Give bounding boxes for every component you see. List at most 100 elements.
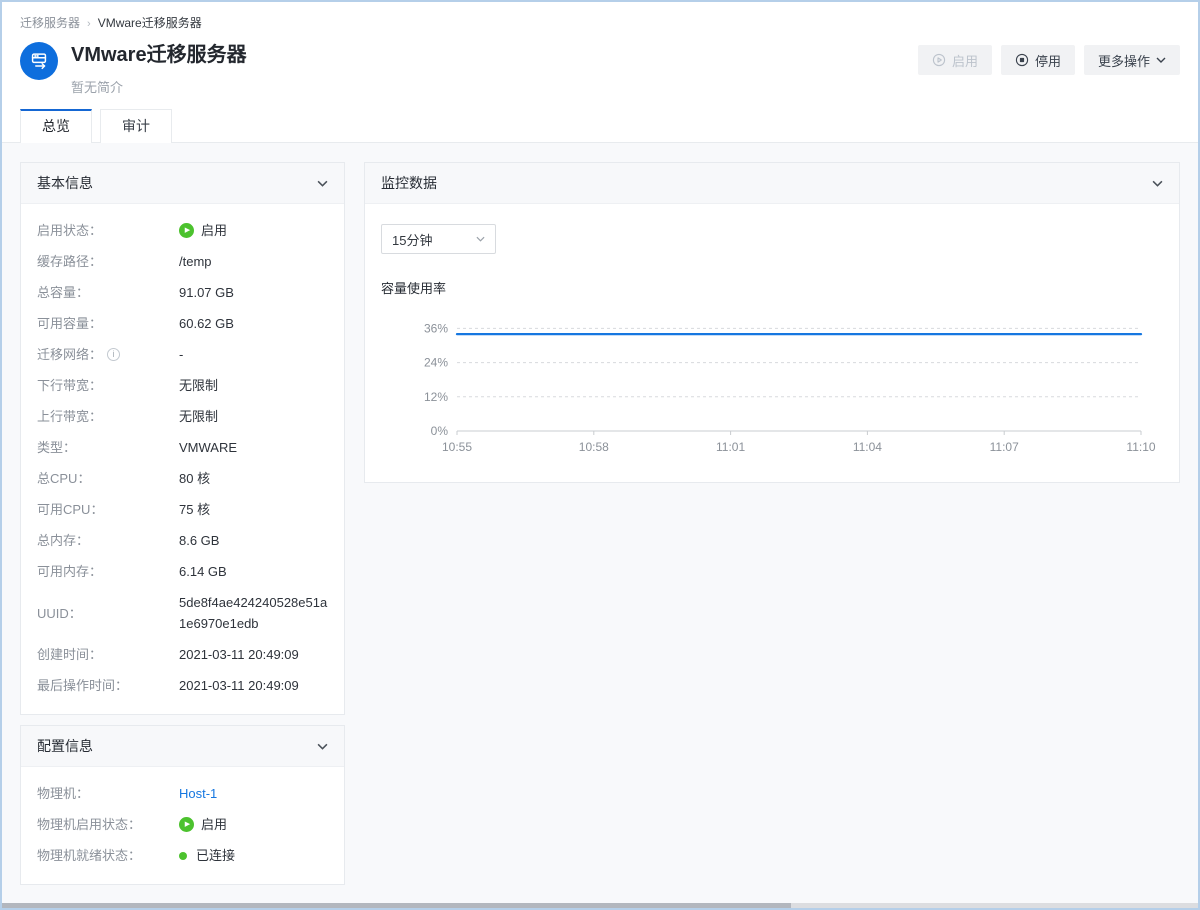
info-row: 上行带宽：无限制 — [37, 406, 328, 427]
config-info-body: 物理机：Host-1物理机启用状态：▶启用物理机就绪状态：已连接 — [21, 767, 344, 884]
monitor-header: 监控数据 — [365, 163, 1179, 204]
status-enabled-icon: ▶ — [179, 223, 194, 238]
info-label: 缓存路径： — [37, 251, 179, 272]
config-info-title: 配置信息 — [37, 736, 93, 756]
info-label: 可用内存： — [37, 561, 179, 582]
info-row: 物理机启用状态：▶启用 — [37, 814, 328, 835]
info-label: 上行带宽： — [37, 406, 179, 427]
info-row: 可用内存：6.14 GB — [37, 561, 328, 582]
more-actions-label: 更多操作 — [1098, 51, 1150, 70]
info-label: 物理机启用状态： — [37, 814, 179, 835]
info-label: 创建时间： — [37, 644, 179, 665]
axis-tick-label: 24% — [424, 356, 448, 370]
info-row: 缓存路径：/temp — [37, 251, 328, 272]
status-enabled-icon: ▶ — [179, 817, 194, 832]
info-label: 可用CPU： — [37, 499, 179, 520]
time-range-select[interactable]: 15分钟 — [381, 224, 496, 254]
left-column: 基本信息 启用状态：▶启用缓存路径：/temp总容量：91.07 GB可用容量：… — [20, 162, 345, 885]
config-info-card: 配置信息 物理机：Host-1物理机启用状态：▶启用物理机就绪状态：已连接 — [20, 725, 345, 885]
horizontal-scrollbar-thumb[interactable] — [2, 903, 791, 908]
basic-info-body: 启用状态：▶启用缓存路径：/temp总容量：91.07 GB可用容量：60.62… — [21, 204, 344, 714]
info-value: ▶启用 — [179, 220, 328, 241]
capacity-usage-chart: 0%12%24%36%10:5510:5811:0111:0411:0711:1… — [381, 301, 1163, 468]
info-row: 创建时间：2021-03-11 20:49:09 — [37, 644, 328, 665]
axis-tick-label: 10:58 — [579, 440, 609, 454]
time-range-value: 15分钟 — [392, 230, 432, 249]
more-actions-button[interactable]: 更多操作 — [1084, 45, 1180, 75]
page-subtitle: 暂无简介 — [71, 77, 918, 96]
connected-dot-icon — [179, 852, 187, 860]
axis-tick-label: 11:07 — [990, 440, 1019, 454]
info-label: 最后操作时间： — [37, 675, 179, 696]
info-row: 物理机就绪状态：已连接 — [37, 845, 328, 866]
monitor-card: 监控数据 15分钟 容量使用率 0%12%24%36%10:5510:5811:… — [364, 162, 1180, 483]
info-label: 可用容量： — [37, 313, 179, 334]
axis-tick-label: 36% — [424, 321, 448, 335]
info-value: 2021-03-11 20:49:09 — [179, 675, 328, 696]
info-value: 6.14 GB — [179, 561, 328, 582]
info-value: 8.6 GB — [179, 530, 328, 551]
info-label: 下行带宽： — [37, 375, 179, 396]
info-label: 总CPU： — [37, 468, 179, 489]
chevron-down-icon — [1156, 57, 1166, 63]
axis-tick-label: 11:04 — [853, 440, 882, 454]
monitor-body: 15分钟 容量使用率 0%12%24%36%10:5510:5811:0111:… — [365, 204, 1179, 482]
info-value: 2021-03-11 20:49:09 — [179, 644, 328, 665]
app-window: 迁移服务器›VMware迁移服务器 VMware迁移服务器 暂无简介 — [0, 0, 1200, 910]
right-column: 监控数据 15分钟 容量使用率 0%12%24%36%10:5510:5811:… — [364, 162, 1180, 483]
action-buttons: 启用 停用 更多操作 — [918, 42, 1180, 75]
info-value: 60.62 GB — [179, 313, 328, 334]
enable-button-label: 启用 — [952, 51, 978, 70]
config-info-header: 配置信息 — [21, 726, 344, 767]
collapse-chevron-icon[interactable] — [1152, 180, 1163, 187]
axis-tick-label: 12% — [424, 390, 448, 404]
info-row: 类型：VMWARE — [37, 437, 328, 458]
info-row: 总容量：91.07 GB — [37, 282, 328, 303]
info-label: 类型： — [37, 437, 179, 458]
info-row: 总内存：8.6 GB — [37, 530, 328, 551]
info-row: 物理机：Host-1 — [37, 783, 328, 804]
info-value: 无限制 — [179, 406, 328, 427]
chart-title: 容量使用率 — [381, 278, 1163, 297]
info-label: 总容量： — [37, 282, 179, 303]
info-row: 可用容量：60.62 GB — [37, 313, 328, 334]
breadcrumb-current: VMware迁移服务器 — [98, 16, 202, 30]
enable-button[interactable]: 启用 — [918, 45, 992, 75]
collapse-chevron-icon[interactable] — [317, 743, 328, 750]
info-value: 91.07 GB — [179, 282, 328, 303]
info-label: 启用状态： — [37, 220, 179, 241]
info-label: 物理机： — [37, 783, 179, 804]
info-value: - — [179, 344, 328, 365]
info-label: UUID： — [37, 592, 179, 634]
axis-tick-label: 11:10 — [1126, 440, 1155, 454]
info-value: 已连接 — [179, 845, 328, 866]
basic-info-title: 基本信息 — [37, 173, 93, 193]
info-value: 80 核 — [179, 468, 328, 489]
disable-button[interactable]: 停用 — [1001, 45, 1075, 75]
chart-svg: 0%12%24%36%10:5510:5811:0111:0411:0711:1… — [381, 301, 1156, 463]
breadcrumb-parent[interactable]: 迁移服务器 — [20, 16, 80, 30]
content-area: 基本信息 启用状态：▶启用缓存路径：/temp总容量：91.07 GB可用容量：… — [2, 143, 1198, 908]
breadcrumb: 迁移服务器›VMware迁移服务器 — [2, 2, 1198, 31]
basic-info-header: 基本信息 — [21, 163, 344, 204]
info-value: 无限制 — [179, 375, 328, 396]
info-value: ▶启用 — [179, 814, 328, 835]
info-icon[interactable]: i — [107, 348, 120, 361]
info-row: 最后操作时间：2021-03-11 20:49:09 — [37, 675, 328, 696]
horizontal-scrollbar[interactable] — [2, 903, 1198, 908]
migration-server-icon — [20, 42, 58, 80]
monitor-title: 监控数据 — [381, 173, 437, 193]
collapse-chevron-icon[interactable] — [317, 180, 328, 187]
tab-audit[interactable]: 审计 — [100, 109, 172, 143]
info-value: 5de8f4ae424240528e51a1e6970e1edb — [179, 592, 328, 634]
stop-circle-icon — [1015, 53, 1029, 67]
tab-overview[interactable]: 总览 — [20, 109, 92, 143]
axis-tick-label: 10:55 — [442, 440, 472, 454]
host-link[interactable]: Host-1 — [179, 783, 328, 804]
info-row: 迁移网络：i- — [37, 344, 328, 365]
title-block: VMware迁移服务器 暂无简介 — [71, 42, 918, 96]
info-row: 可用CPU：75 核 — [37, 499, 328, 520]
info-value: 75 核 — [179, 499, 328, 520]
tab-bar: 总览 审计 — [2, 109, 1198, 143]
basic-info-card: 基本信息 启用状态：▶启用缓存路径：/temp总容量：91.07 GB可用容量：… — [20, 162, 345, 715]
